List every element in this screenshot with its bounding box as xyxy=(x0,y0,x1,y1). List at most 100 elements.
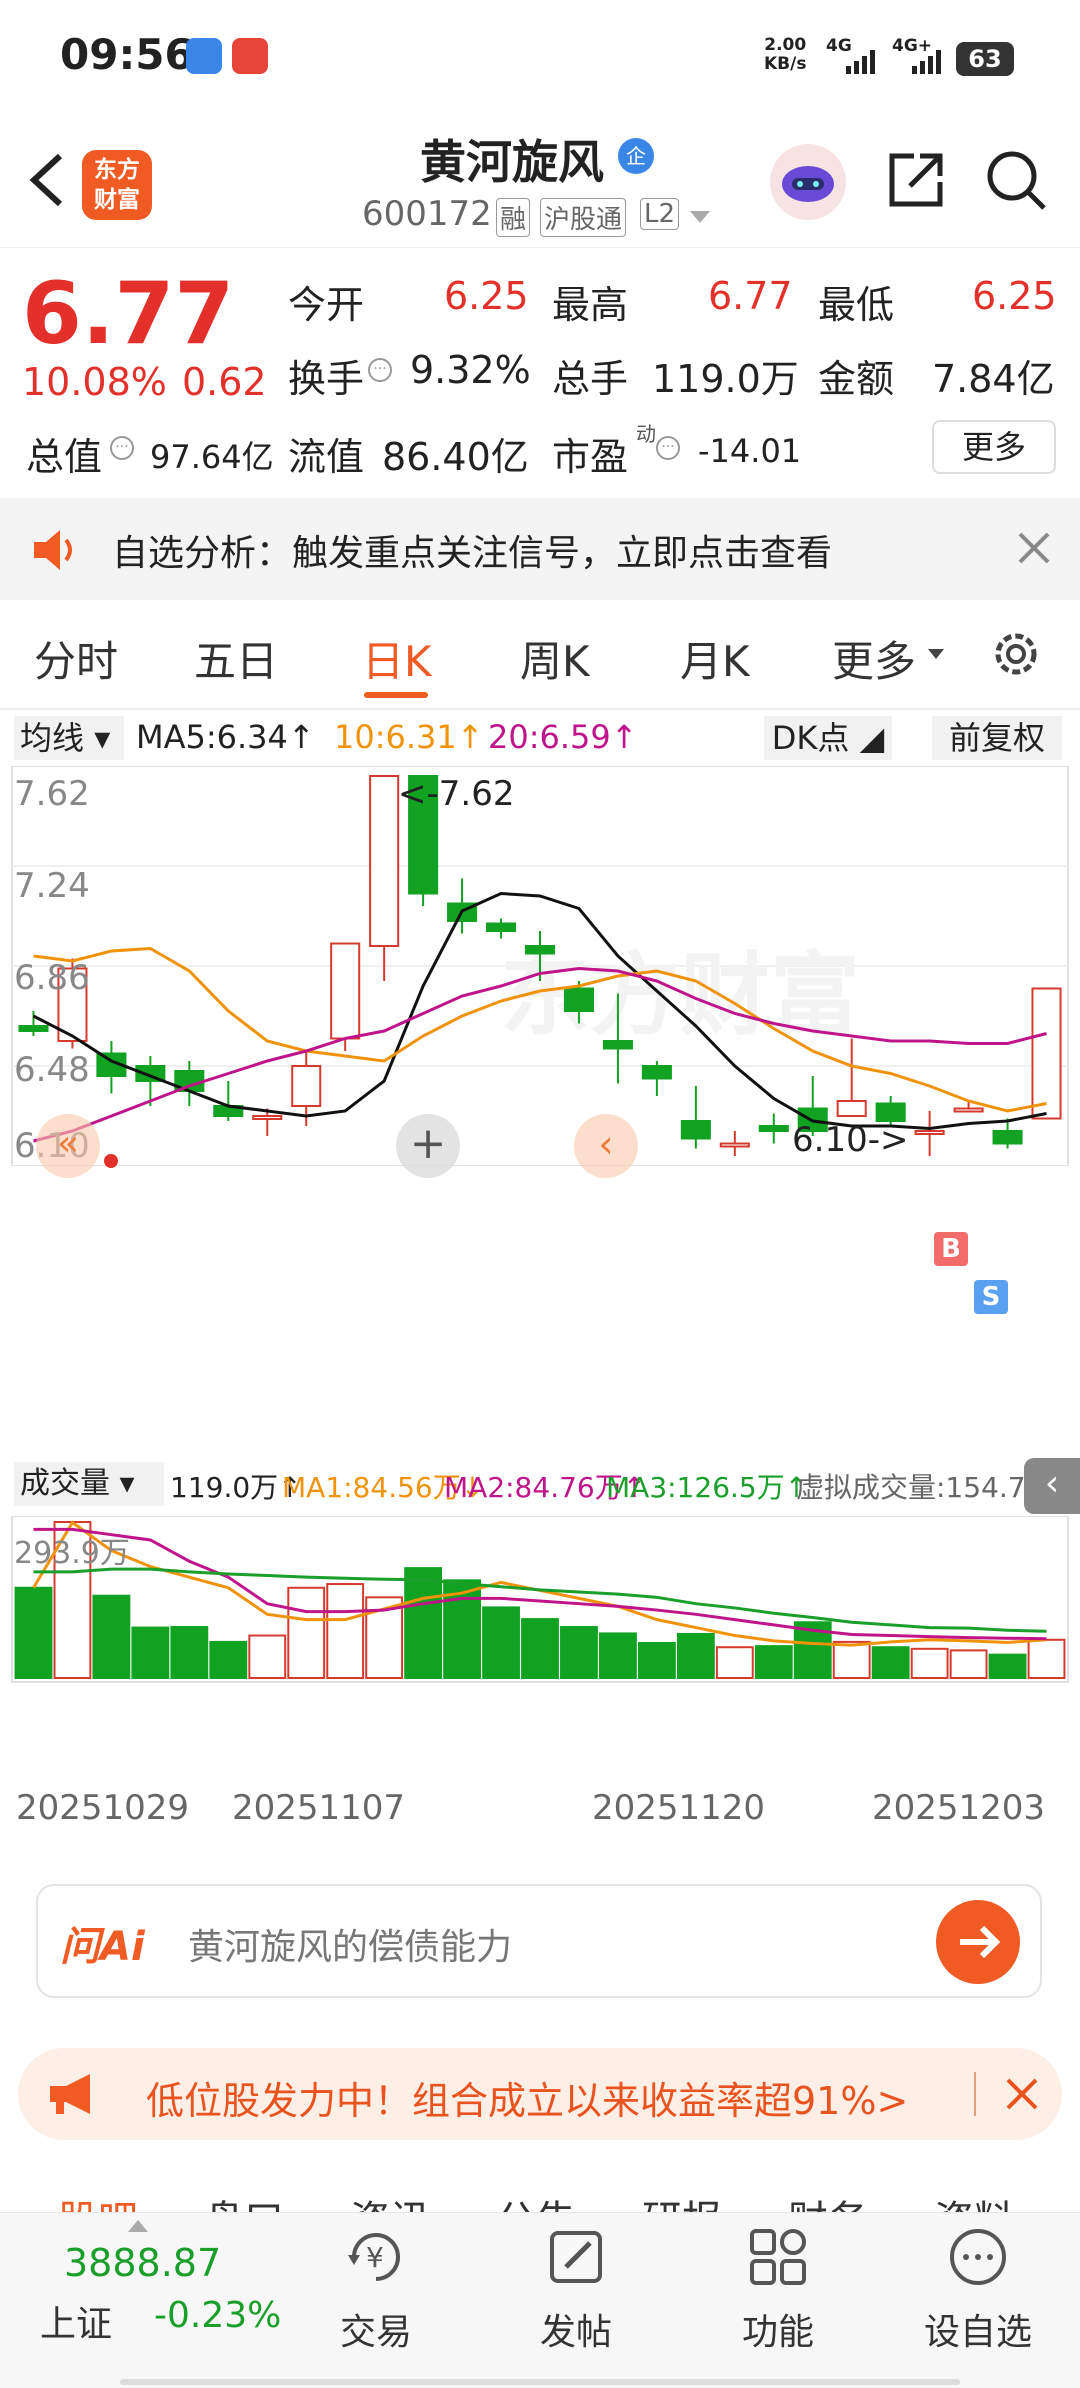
vol-ma1-value: MA1:84.56万 xyxy=(282,1471,461,1504)
subtab-news[interactable]: 资讯 xyxy=(350,2188,430,2212)
promo-text: 低位股发力中！组合成立以来收益率超91%> xyxy=(146,2079,909,2123)
settings-gear-icon[interactable] xyxy=(988,626,1044,682)
search-icon[interactable] xyxy=(984,148,1048,212)
promo-close-icon[interactable] xyxy=(1004,2076,1040,2112)
tag-l2: L2 xyxy=(640,198,680,230)
index-name: 上证 xyxy=(40,2304,113,2345)
candle xyxy=(18,1025,49,1032)
eastmoney-logo[interactable]: 东方 财富 xyxy=(82,150,152,220)
dk-point-button[interactable]: DK点 ◢ xyxy=(764,716,892,760)
post-edit-icon[interactable] xyxy=(544,2225,608,2289)
buy-marker[interactable]: B xyxy=(934,1232,968,1266)
volume-max-label: 293.9万 xyxy=(14,1536,130,1571)
stock-header: 东方 财富 黄河旋风 企 600172 融 沪股通 L2 xyxy=(0,120,1080,248)
current-price: 6.77 xyxy=(22,264,235,364)
volume-bar xyxy=(676,1632,715,1679)
tab-five-day[interactable]: 五日 xyxy=(194,628,278,689)
post-label[interactable]: 发帖 xyxy=(540,2303,612,2355)
collapse-panel-icon[interactable]: ‹ xyxy=(1024,1458,1080,1514)
subtab-research[interactable]: 研报 xyxy=(642,2188,722,2212)
turnover-label: 换手 xyxy=(288,357,365,401)
scroll-left-icon[interactable]: ‹ xyxy=(574,1114,638,1178)
expand-up-icon[interactable] xyxy=(128,2217,148,2232)
ma-select[interactable]: 均线 ▾ xyxy=(14,716,124,760)
volume-bar xyxy=(637,1641,676,1679)
volume-bar xyxy=(131,1626,170,1679)
candle xyxy=(330,942,361,1040)
open-value: 6.25 xyxy=(444,274,529,318)
ma20-text: 20:6.59↑ xyxy=(488,718,638,756)
robot-assistant-icon[interactable] xyxy=(770,144,846,220)
back-arrow-icon[interactable] xyxy=(22,150,72,210)
subtab-finance[interactable]: 财务 xyxy=(788,2188,868,2212)
pe-dynamic-label: 动 xyxy=(636,422,656,446)
status-time: 09:56 xyxy=(60,30,194,79)
ai-question-input[interactable]: 黄河旋风的偿债能力 xyxy=(188,1918,512,1970)
volume-bar xyxy=(92,1594,131,1679)
volume-bar xyxy=(209,1640,248,1679)
alert-banner[interactable]: 自选分析：触发重点关注信号，立即点击查看 xyxy=(0,498,1080,600)
subtab-pankou[interactable]: 盘口 xyxy=(204,2188,284,2212)
detail-tabs: 股吧 盘口 资讯 公告 研报 财务 资料 xyxy=(0,2160,1080,2212)
functions-label[interactable]: 功能 xyxy=(742,2303,814,2355)
candle xyxy=(563,987,594,1012)
add-watchlist-icon[interactable] xyxy=(946,2225,1010,2289)
trade-yuan-icon[interactable]: ¥ xyxy=(344,2225,408,2289)
svg-text:¥: ¥ xyxy=(366,2241,384,2274)
pe-label: 市盈 xyxy=(552,435,629,479)
stock-name: 黄河旋风 xyxy=(420,135,604,189)
price-adjust-button[interactable]: 前复权 xyxy=(932,716,1062,760)
ai-question-box[interactable]: 问Ai 黄河旋风的偿债能力 xyxy=(36,1884,1042,1998)
candle xyxy=(914,1130,945,1135)
low-value: 6.25 xyxy=(972,274,1057,318)
tab-more[interactable]: 更多 xyxy=(832,628,916,689)
candle xyxy=(992,1130,1023,1145)
status-bar: 09:56 2.00 KB/s 4G 4G+ 63 xyxy=(0,0,1080,120)
promo-banner[interactable]: 低位股发力中！组合成立以来收益率超91%> xyxy=(18,2048,1062,2140)
tab-intraday[interactable]: 分时 xyxy=(34,628,118,689)
close-icon[interactable] xyxy=(1016,530,1052,566)
active-tab-indicator xyxy=(364,692,428,698)
subtab-guba[interactable]: 股吧 xyxy=(58,2188,138,2212)
volume-select[interactable]: 成交量 ▾ xyxy=(14,1462,164,1506)
subtab-announcement[interactable]: 公告 xyxy=(496,2188,576,2212)
turnover-value: 9.32% xyxy=(410,348,531,392)
sell-marker[interactable]: S xyxy=(974,1280,1008,1314)
net-speed: 2.00 KB/s xyxy=(764,36,806,74)
share-icon[interactable] xyxy=(884,148,948,212)
tab-daily-k[interactable]: 日K xyxy=(362,628,432,689)
functions-grid-icon[interactable] xyxy=(746,2225,810,2289)
info-icon[interactable]: ··· xyxy=(110,436,134,460)
tag-hk-connect: 沪股通 xyxy=(540,198,627,237)
amount-label: 金额 xyxy=(818,357,895,401)
subtab-profile[interactable]: 资料 xyxy=(934,2188,1014,2212)
signal-icon-2 xyxy=(912,50,944,74)
info-icon[interactable]: ··· xyxy=(656,436,680,460)
kline-plot[interactable]: 东方财富 xyxy=(0,766,1080,1166)
zoom-in-plus-icon[interactable]: + xyxy=(396,1114,460,1178)
volume-plot[interactable] xyxy=(0,1516,1080,1684)
dropdown-triangle-icon[interactable] xyxy=(690,210,710,224)
volume-bar xyxy=(599,1632,637,1679)
quote-panel: 6.77 10.08% 0.62 今开 6.25 最高 6.77 最低 6.25… xyxy=(0,248,1080,498)
date-label-4: 20251203 xyxy=(872,1788,1046,1828)
volume-bar xyxy=(326,1583,365,1679)
scroll-left-double-icon[interactable]: « xyxy=(36,1114,100,1178)
scroll-indicator xyxy=(120,2379,960,2385)
max-price-label: <-7.62 xyxy=(398,774,515,814)
tab-weekly-k[interactable]: 周K xyxy=(520,628,590,689)
candle xyxy=(291,1065,322,1107)
candle xyxy=(602,1040,633,1050)
candle xyxy=(680,1120,711,1140)
more-button[interactable]: 更多 xyxy=(932,420,1056,474)
volume-value: 119.0万 xyxy=(652,357,799,401)
add-watchlist-label[interactable]: 设自选 xyxy=(924,2303,1032,2355)
trade-label[interactable]: 交易 xyxy=(340,2303,412,2355)
candle xyxy=(875,1102,906,1122)
tab-monthly-k[interactable]: 月K xyxy=(680,628,750,689)
ai-submit-arrow-icon[interactable] xyxy=(936,1900,1020,1984)
index-value[interactable]: 3888.87 xyxy=(64,2241,221,2285)
y-label-top: 7.62 xyxy=(14,774,90,814)
info-icon[interactable]: ··· xyxy=(368,358,392,382)
ma10-value: 10:6.31 xyxy=(334,718,457,756)
